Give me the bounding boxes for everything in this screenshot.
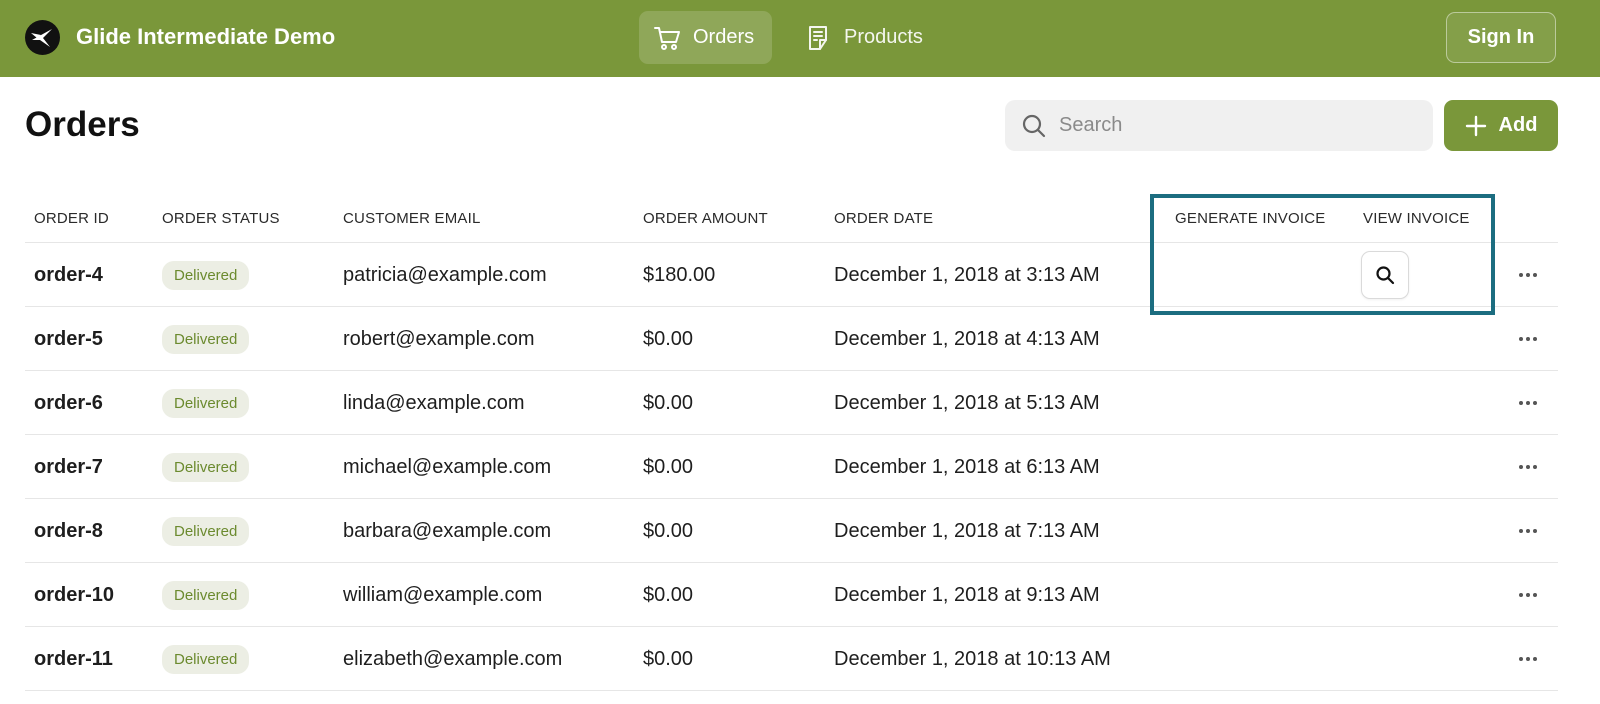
search-icon <box>1022 114 1046 138</box>
order-date-cell: December 1, 2018 at 6:13 AM <box>834 455 1100 478</box>
status-badge: Delivered <box>162 324 250 354</box>
column-header-order-status[interactable]: ORDER STATUS <box>162 210 280 227</box>
more-horizontal-icon <box>1519 273 1537 277</box>
customer-email-cell: robert@example.com <box>343 327 535 350</box>
search-input[interactable] <box>1053 100 1423 151</box>
more-horizontal-icon <box>1519 657 1537 661</box>
table-row[interactable]: order-7 Delivered michael@example.com $0… <box>25 435 1558 499</box>
table-row[interactable]: order-5 Delivered robert@example.com $0.… <box>25 307 1558 371</box>
customer-email-cell: william@example.com <box>343 583 543 606</box>
status-badge: Delivered <box>162 452 250 482</box>
status-badge: Delivered <box>162 580 250 610</box>
table-row[interactable]: order-4 Delivered patricia@example.com $… <box>25 243 1558 307</box>
order-status-cell: Delivered <box>162 371 250 435</box>
order-date-cell: December 1, 2018 at 10:13 AM <box>834 647 1111 670</box>
order-amount-cell: $0.00 <box>643 583 694 606</box>
order-id-cell: order-6 <box>34 391 103 414</box>
glide-logo-icon[interactable] <box>25 20 60 55</box>
plus-icon <box>1465 115 1486 136</box>
order-amount-cell: $0.00 <box>643 391 694 414</box>
order-amount-cell: $180.00 <box>643 263 716 286</box>
order-date-cell: December 1, 2018 at 4:13 AM <box>834 327 1100 350</box>
order-id-cell: order-10 <box>34 583 115 606</box>
order-status-cell: Delivered <box>162 627 250 691</box>
search-icon <box>1376 266 1395 285</box>
status-badge: Delivered <box>162 516 250 546</box>
order-date-cell: December 1, 2018 at 7:13 AM <box>834 519 1100 542</box>
order-date-cell: December 1, 2018 at 9:13 AM <box>834 583 1100 606</box>
more-horizontal-icon <box>1519 529 1537 533</box>
order-id-cell: order-7 <box>34 455 103 478</box>
row-more-menu[interactable] <box>1513 499 1543 563</box>
column-header-order-date[interactable]: ORDER DATE <box>834 210 933 227</box>
customer-email-cell: patricia@example.com <box>343 263 547 286</box>
order-status-cell: Delivered <box>162 563 250 627</box>
column-header-view-invoice[interactable]: VIEW INVOICE <box>1363 210 1470 227</box>
order-date-cell: December 1, 2018 at 3:13 AM <box>834 263 1100 286</box>
search-box[interactable] <box>1005 100 1433 151</box>
column-header-generate-invoice[interactable]: GENERATE INVOICE <box>1175 210 1325 227</box>
customer-email-cell: elizabeth@example.com <box>343 647 563 670</box>
order-status-cell: Delivered <box>162 435 250 499</box>
status-badge: Delivered <box>162 388 250 418</box>
table-row[interactable]: order-11 Delivered elizabeth@example.com… <box>25 627 1558 691</box>
row-more-menu[interactable] <box>1513 371 1543 435</box>
row-more-menu[interactable] <box>1513 563 1543 627</box>
customer-email-cell: linda@example.com <box>343 391 525 414</box>
order-status-cell: Delivered <box>162 307 250 371</box>
add-button-label: Add <box>1498 114 1538 136</box>
order-id-cell: order-5 <box>34 327 103 350</box>
table-header: ORDER ID ORDER STATUS CUSTOMER EMAIL ORD… <box>25 195 1558 243</box>
tab-products-label: Products <box>844 26 923 48</box>
page-title: Orders <box>25 105 140 144</box>
order-status-cell: Delivered <box>162 243 250 307</box>
status-badge: Delivered <box>162 644 250 674</box>
order-id-cell: order-4 <box>34 263 103 286</box>
tab-orders[interactable]: Orders <box>639 11 772 64</box>
order-date-cell: December 1, 2018 at 5:13 AM <box>834 391 1100 414</box>
sign-in-button[interactable]: Sign In <box>1446 12 1556 63</box>
table-row[interactable]: order-10 Delivered william@example.com $… <box>25 563 1558 627</box>
add-button[interactable]: Add <box>1444 100 1558 151</box>
tab-products[interactable]: Products <box>792 11 942 64</box>
order-status-cell: Delivered <box>162 499 250 563</box>
column-header-order-amount[interactable]: ORDER AMOUNT <box>643 210 768 227</box>
customer-email-cell: michael@example.com <box>343 455 552 478</box>
order-amount-cell: $0.00 <box>643 647 694 670</box>
order-amount-cell: $0.00 <box>643 519 694 542</box>
top-nav-bar: Glide Intermediate Demo Orders Products … <box>0 0 1600 77</box>
tab-orders-label: Orders <box>693 26 755 48</box>
order-amount-cell: $0.00 <box>643 455 694 478</box>
order-amount-cell: $0.00 <box>643 327 694 350</box>
more-horizontal-icon <box>1519 593 1537 597</box>
order-id-cell: order-8 <box>34 519 103 542</box>
more-horizontal-icon <box>1519 337 1537 341</box>
row-more-menu[interactable] <box>1513 243 1543 307</box>
more-horizontal-icon <box>1519 401 1537 405</box>
table-row[interactable]: order-6 Delivered linda@example.com $0.0… <box>25 371 1558 435</box>
table-row[interactable]: order-8 Delivered barbara@example.com $0… <box>25 499 1558 563</box>
status-badge: Delivered <box>162 260 250 290</box>
column-header-customer-email[interactable]: CUSTOMER EMAIL <box>343 210 481 227</box>
order-id-cell: order-11 <box>34 647 113 670</box>
more-horizontal-icon <box>1519 465 1537 469</box>
column-header-order-id[interactable]: ORDER ID <box>34 210 109 227</box>
row-more-menu[interactable] <box>1513 307 1543 371</box>
cart-icon <box>654 26 680 50</box>
row-more-menu[interactable] <box>1513 435 1543 499</box>
view-invoice-cell <box>1361 243 1409 307</box>
notepad-icon <box>809 25 827 50</box>
app-title: Glide Intermediate Demo <box>76 24 336 49</box>
row-more-menu[interactable] <box>1513 627 1543 691</box>
customer-email-cell: barbara@example.com <box>343 519 552 542</box>
orders-table: ORDER ID ORDER STATUS CUSTOMER EMAIL ORD… <box>25 195 1558 691</box>
view-invoice-button[interactable] <box>1361 251 1409 299</box>
